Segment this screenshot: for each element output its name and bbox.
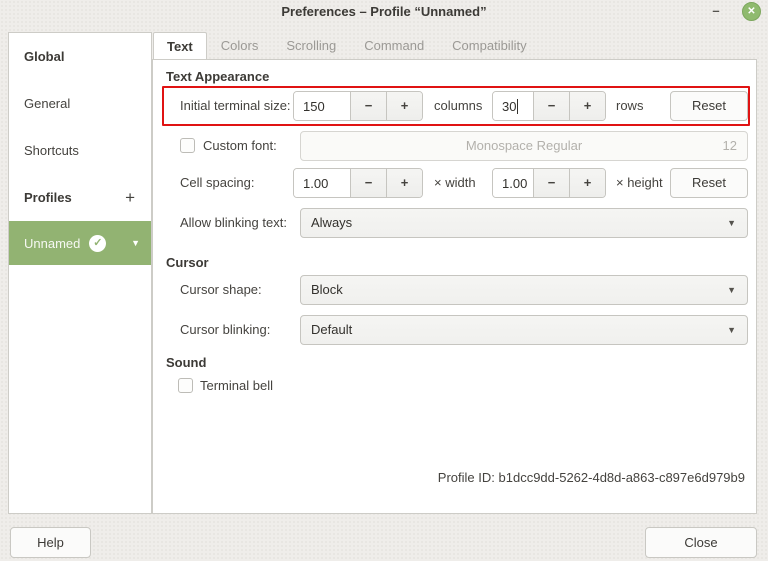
initial-terminal-size-label: Initial terminal size: bbox=[180, 91, 291, 121]
spacing-reset-button[interactable]: Reset bbox=[670, 168, 748, 198]
tab-command[interactable]: Command bbox=[350, 32, 438, 60]
tab-text[interactable]: Text bbox=[153, 32, 207, 60]
rows-increment-button[interactable]: + bbox=[569, 92, 605, 120]
rows-decrement-button[interactable]: − bbox=[533, 92, 569, 120]
cell-spacing-label: Cell spacing: bbox=[180, 168, 254, 198]
text-appearance-heading: Text Appearance bbox=[166, 69, 269, 84]
rows-unit-label: rows bbox=[616, 91, 643, 121]
columns-unit-label: columns bbox=[434, 91, 482, 121]
cell-height-stepper: 1.00 − + bbox=[492, 168, 606, 198]
sidebar-item-profiles[interactable]: Profiles + bbox=[9, 174, 151, 221]
sidebar-item-label: Global bbox=[24, 49, 64, 64]
font-chooser-button[interactable]: Monospace Regular 12 bbox=[300, 131, 748, 161]
sidebar-item-general[interactable]: General bbox=[9, 80, 151, 127]
window-title: Preferences – Profile “Unnamed” bbox=[0, 0, 768, 24]
sidebar-item-shortcuts[interactable]: Shortcuts bbox=[9, 127, 151, 174]
columns-input[interactable]: 150 bbox=[294, 92, 350, 120]
cell-width-input[interactable]: 1.00 bbox=[294, 169, 350, 197]
rows-stepper: 30 − + bbox=[492, 91, 606, 121]
titlebar[interactable]: Preferences – Profile “Unnamed” – ✕ bbox=[0, 0, 768, 26]
add-profile-icon[interactable]: + bbox=[125, 188, 135, 208]
profile-id-label: Profile ID: bbox=[438, 470, 495, 485]
font-size: 12 bbox=[723, 132, 737, 160]
cursor-blinking-label: Cursor blinking: bbox=[180, 315, 270, 345]
cell-height-increment-button[interactable]: + bbox=[569, 169, 605, 197]
columns-stepper: 150 − + bbox=[293, 91, 423, 121]
dropdown-value: Block bbox=[311, 282, 343, 297]
allow-blinking-text-dropdown[interactable]: Always ▼ bbox=[300, 208, 748, 238]
terminal-bell-label: Terminal bell bbox=[200, 371, 273, 401]
columns-decrement-button[interactable]: − bbox=[350, 92, 386, 120]
tab-scrolling[interactable]: Scrolling bbox=[272, 32, 350, 60]
sidebar-item-label: Unnamed bbox=[24, 236, 80, 251]
rows-input[interactable]: 30 bbox=[493, 92, 533, 120]
tab-colors[interactable]: Colors bbox=[207, 32, 273, 60]
cell-width-increment-button[interactable]: + bbox=[386, 169, 422, 197]
help-button[interactable]: Help bbox=[10, 527, 91, 558]
allow-blinking-text-label: Allow blinking text: bbox=[180, 208, 287, 238]
columns-increment-button[interactable]: + bbox=[386, 92, 422, 120]
dropdown-value: Default bbox=[311, 322, 352, 337]
cursor-shape-label: Cursor shape: bbox=[180, 275, 262, 305]
sidebar: Global General Shortcuts Profiles + Unna… bbox=[8, 32, 152, 514]
cursor-heading: Cursor bbox=[166, 255, 209, 270]
tab-bar: Text Colors Scrolling Command Compatibil… bbox=[153, 32, 541, 60]
sidebar-item-profile-unnamed[interactable]: Unnamed ✓ ▼ bbox=[9, 221, 151, 265]
sidebar-item-label: Shortcuts bbox=[24, 143, 79, 158]
sidebar-item-label: General bbox=[24, 96, 70, 111]
cursor-shape-dropdown[interactable]: Block ▼ bbox=[300, 275, 748, 305]
chevron-down-icon: ▼ bbox=[727, 316, 736, 344]
sound-heading: Sound bbox=[166, 355, 206, 370]
font-name: Monospace Regular bbox=[466, 138, 582, 153]
cell-height-input[interactable]: 1.00 bbox=[493, 169, 533, 197]
profile-menu-chevron-down-icon[interactable]: ▼ bbox=[131, 238, 140, 248]
cell-width-unit-label: × width bbox=[434, 168, 476, 198]
terminal-bell-checkbox[interactable] bbox=[178, 378, 193, 393]
custom-font-checkbox[interactable] bbox=[180, 138, 195, 153]
profile-id-value: b1dcc9dd-5262-4d8d-a863-c897e6d979b9 bbox=[499, 470, 746, 485]
close-icon[interactable]: ✕ bbox=[742, 2, 761, 21]
size-reset-button[interactable]: Reset bbox=[670, 91, 748, 121]
text-caret bbox=[517, 99, 518, 114]
rows-value: 30 bbox=[502, 99, 516, 114]
custom-font-label: Custom font: bbox=[203, 131, 277, 161]
cell-width-decrement-button[interactable]: − bbox=[350, 169, 386, 197]
cursor-blinking-dropdown[interactable]: Default ▼ bbox=[300, 315, 748, 345]
sidebar-item-global[interactable]: Global bbox=[9, 33, 151, 80]
chevron-down-icon: ▼ bbox=[727, 209, 736, 237]
sidebar-item-label: Profiles bbox=[24, 190, 72, 205]
cell-height-unit-label: × height bbox=[616, 168, 663, 198]
cell-height-decrement-button[interactable]: − bbox=[533, 169, 569, 197]
tab-compatibility[interactable]: Compatibility bbox=[438, 32, 540, 60]
preferences-window: Preferences – Profile “Unnamed” – ✕ Glob… bbox=[0, 0, 768, 561]
minimize-icon[interactable]: – bbox=[706, 0, 726, 24]
chevron-down-icon: ▼ bbox=[727, 276, 736, 304]
dropdown-value: Always bbox=[311, 215, 352, 230]
default-profile-check-icon: ✓ bbox=[89, 235, 106, 252]
profile-id: Profile ID: b1dcc9dd-5262-4d8d-a863-c897… bbox=[438, 470, 745, 485]
cell-width-stepper: 1.00 − + bbox=[293, 168, 423, 198]
close-button[interactable]: Close bbox=[645, 527, 757, 558]
